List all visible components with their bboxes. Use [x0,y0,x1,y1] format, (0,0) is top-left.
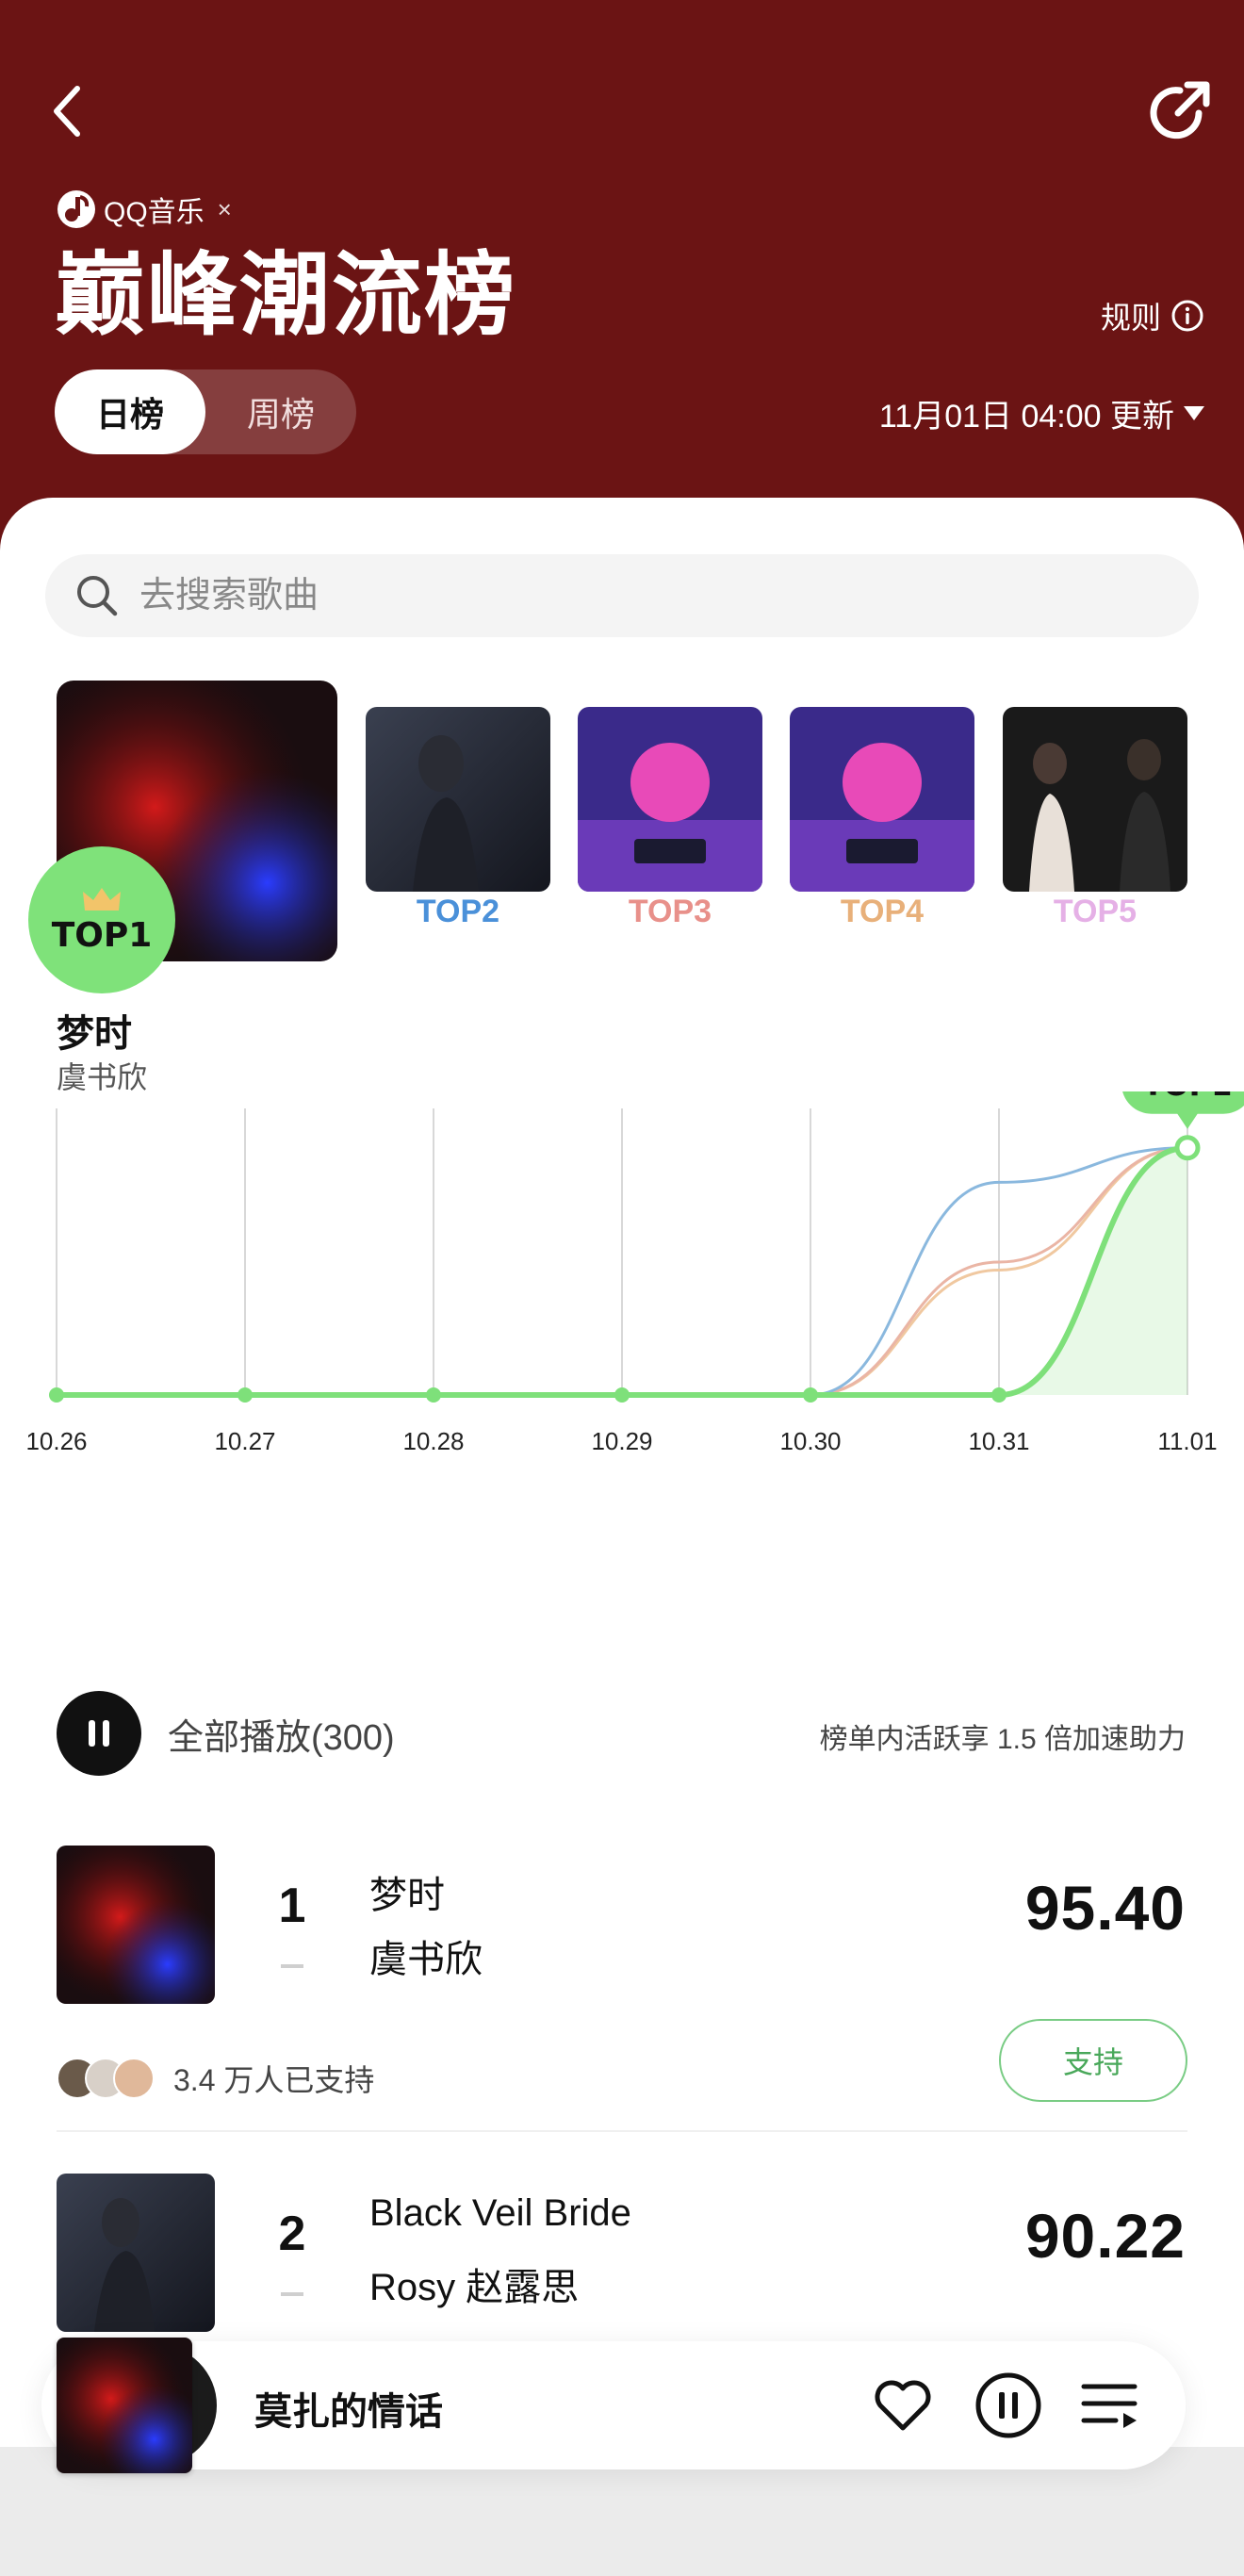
rules-label: 规则 [1100,301,1161,335]
crown-icon [83,887,121,911]
top2-label: TOP2 [416,894,500,929]
song-1-cover[interactable] [57,1846,215,2004]
search-icon [77,576,118,616]
tab-daily[interactable]: 日榜 [55,369,205,454]
support-count: 3.4 万人已支持 [173,2063,375,2097]
top2-cover[interactable] [366,707,550,892]
period-tabs: 日榜 周榜 [55,369,356,454]
top5-label: TOP5 [1053,894,1138,929]
page-title: 巅峰潮流榜 [55,242,516,348]
x-tick-label: 11.01 [1157,1427,1217,1455]
avatar [113,2058,155,2099]
x-tick-label: 10.29 [591,1427,652,1455]
search-input[interactable] [139,575,988,616]
x-tick-label: 10.28 [402,1427,464,1455]
data-point [49,1387,64,1403]
chart-header: QQ音乐 × 巅峰潮流榜 规则 日榜 周榜 11月01日 04:00 更新 [0,0,1244,566]
qq-music-logo-icon [57,190,95,228]
data-point [237,1387,253,1403]
song-2-artist[interactable]: Rosy 赵露思 [369,2256,579,2311]
rules-link[interactable]: 规则 [1101,294,1204,337]
song-1-artist[interactable]: 虞书欣 [369,1928,483,1983]
triangle-down-icon [1184,405,1204,420]
rank-change-dash [281,2292,303,2296]
data-point [426,1387,441,1403]
tab-weekly[interactable]: 周榜 [205,369,356,454]
back-icon[interactable] [47,83,89,139]
pause-circle-icon [975,2372,1041,2438]
top3-label: TOP3 [628,894,712,929]
search-bar[interactable] [45,554,1199,637]
update-time: 11月01日 04:00 更新 [878,399,1174,435]
top5-cover[interactable] [1003,707,1187,892]
info-icon [1171,300,1203,332]
heart-icon[interactable] [871,2373,935,2437]
pause-icon [89,1720,109,1747]
top4-label: TOP4 [840,894,925,929]
x-tick-label: 10.27 [214,1427,275,1455]
top1-badge: TOP1 [28,846,175,993]
player-pause-button[interactable] [974,2371,1042,2439]
latest-point [1174,1135,1201,1161]
support-button[interactable]: 支持 [999,2019,1187,2102]
x-tick-label: 10.31 [968,1427,1029,1455]
song-1-title[interactable]: 梦时 [369,1864,445,1919]
rank-change-dash [281,1964,303,1968]
divider [57,2130,1187,2132]
playlist-icon[interactable] [1078,2373,1142,2437]
song-2-score: 90.22 [1024,2201,1186,2271]
top3-cover[interactable] [578,707,762,892]
song-2-rank: 2 [278,2207,306,2261]
brand: QQ音乐 × [57,189,232,230]
data-point [614,1387,630,1403]
song-2-title[interactable]: Black Veil Bride [369,2192,631,2235]
x-tick-label: 10.26 [25,1427,87,1455]
play-all[interactable]: 全部播放(300) [57,1691,395,1776]
top1-marker-label: TOP1 [1143,1091,1233,1103]
brand-name: QQ音乐 [104,197,205,228]
supporters: 3.4 万人已支持 [57,2057,374,2100]
data-point [803,1387,818,1403]
x-tick-label: 10.30 [779,1427,841,1455]
data-point [991,1387,1007,1403]
top1-marker-pointer [1176,1111,1199,1129]
song-2-cover[interactable] [57,2174,215,2332]
play-all-label: 全部播放(300) [168,1717,395,1758]
top4-cover[interactable] [790,707,974,892]
main-card: TOP1 梦时 虞书欣 [0,498,1244,2576]
brand-x: × [217,194,232,223]
pause-all-button[interactable] [57,1691,141,1776]
trend-chart: 10.26 10.27 10.28 10.29 10.30 10.31 11.01 TOP1 [0,1053,1244,1468]
top1-badge-label: TOP1 [51,915,153,955]
player-song-title[interactable]: 莫扎的情话 [254,2381,443,2436]
bonus-text: 榜单内活跃享 1.5 倍加速助力 [819,1724,1186,1755]
song-1-rank: 1 [278,1879,306,1933]
player-cover[interactable] [57,2338,192,2473]
top1-title[interactable]: 梦时 [57,1003,132,1058]
share-icon[interactable] [1144,75,1216,147]
update-time-selector[interactable]: 11月01日 04:00 更新 [879,390,1204,436]
song-1-score: 95.40 [1024,1873,1186,1943]
